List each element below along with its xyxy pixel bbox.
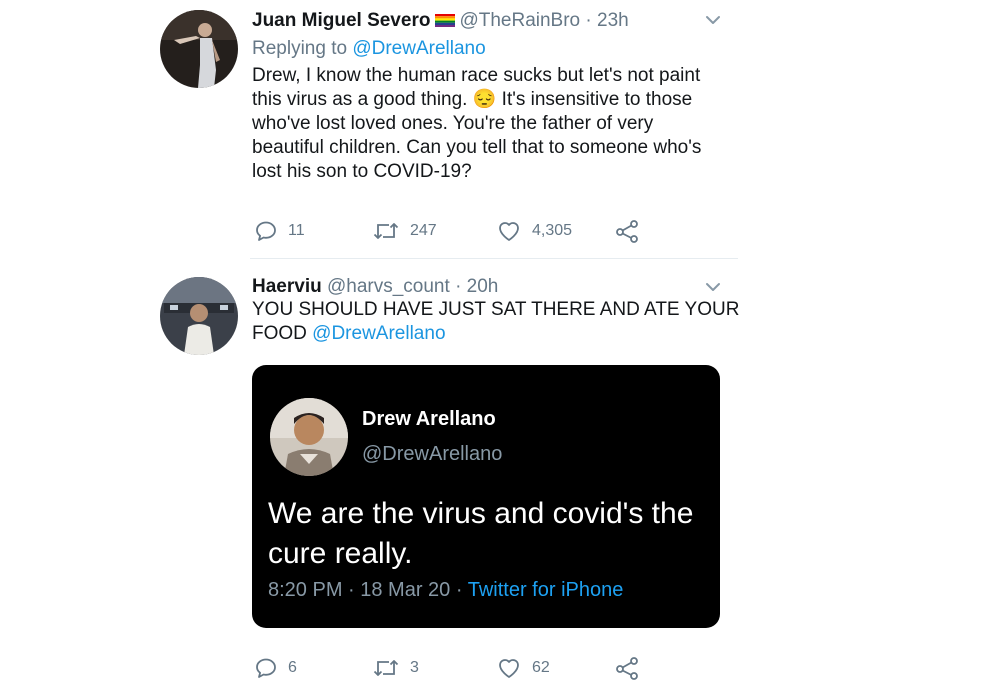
heart-icon [499, 222, 519, 241]
tweet-text-line: YOU SHOULD HAVE JUST SAT THERE AND ATE Y… [252, 299, 740, 320]
quoted-author-handle[interactable]: @DrewArellano [362, 443, 502, 466]
quoted-timestamp: 8:20 PM · 18 Mar 20 · [268, 579, 468, 601]
reply-count: 6 [288, 659, 297, 676]
share-button[interactable] [614, 216, 640, 246]
avatar[interactable] [160, 10, 238, 88]
separator-dot: · [455, 276, 462, 297]
reply-icon [256, 221, 276, 241]
author-name[interactable]: Juan Miguel Severo [252, 10, 430, 31]
retweet-count: 3 [410, 659, 419, 676]
chevron-down-icon[interactable] [705, 14, 721, 26]
quoted-text-line: We are the virus and covid's the [268, 497, 694, 530]
tweet-text-fragment: FOOD [252, 323, 313, 344]
share-button[interactable] [614, 653, 640, 683]
quoted-avatar[interactable] [270, 398, 348, 476]
share-icon [616, 657, 638, 680]
replying-to: Replying to @DrewArellano [252, 38, 486, 60]
quoted-tweet-card[interactable]: Drew Arellano @DrewArellano We are the v… [252, 365, 720, 628]
like-count: 4,305 [532, 222, 573, 239]
author-handle[interactable]: @harvs_count [327, 276, 450, 297]
timestamp[interactable]: 20h [467, 276, 499, 297]
tweet-text: YOU SHOULD HAVE JUST SAT THERE AND ATE Y… [252, 298, 739, 346]
separator-dot: · [585, 10, 592, 31]
tweet-actions: 11 247 4,305 [254, 216, 654, 246]
tweet-text-line: beautiful children. Can you tell that to… [252, 137, 702, 158]
reply-button[interactable]: 11 [254, 216, 305, 246]
retweet-icon [373, 223, 399, 239]
replying-prefix: Replying to [252, 38, 348, 59]
tweet-actions: 6 3 62 [254, 653, 654, 683]
author-name[interactable]: Haerviu [252, 276, 322, 297]
retweet-count: 247 [410, 222, 437, 239]
tweet-header: Haerviu @harvs_count · 20h [252, 276, 498, 298]
mention-link[interactable]: @DrewArellano [312, 323, 445, 344]
tweet-1[interactable]: Juan Miguel Severo @TheRainBro · 23h Rep… [0, 0, 1000, 258]
reply-count: 11 [288, 222, 305, 239]
tweet-text: Drew, I know the human race sucks but le… [252, 64, 701, 184]
quoted-tweet-text: We are the virus and covid's the cure re… [268, 494, 713, 574]
timestamp[interactable]: 23h [597, 10, 629, 31]
tweet-text-line: this virus as a good thing. 😔 It's insen… [252, 89, 693, 110]
tweet-text-line: Drew, I know the human race sucks but le… [252, 65, 701, 86]
heart-icon [499, 659, 519, 678]
reply-button[interactable]: 6 [254, 653, 297, 683]
author-handle[interactable]: @TheRainBro [459, 10, 580, 31]
tweet-text-line: FOOD @DrewArellano [252, 322, 739, 346]
tweet-header: Juan Miguel Severo @TheRainBro · 23h [252, 10, 629, 32]
like-button[interactable]: 4,305 [496, 216, 572, 246]
retweet-button[interactable]: 247 [372, 216, 437, 246]
quoted-text-line: cure really. [268, 537, 413, 570]
share-icon [616, 220, 638, 243]
rainbow-flag-icon [435, 14, 456, 27]
like-count: 62 [532, 659, 550, 676]
retweet-button[interactable]: 3 [372, 653, 419, 683]
tweet-text-line: lost his son to COVID-19? [252, 161, 472, 182]
client-link[interactable]: Twitter for iPhone [468, 579, 624, 601]
reply-icon [256, 658, 276, 678]
tweet-text-line: who've lost loved ones. You're the fathe… [252, 113, 654, 134]
quoted-author-name[interactable]: Drew Arellano [362, 408, 496, 431]
chevron-down-icon[interactable] [705, 281, 721, 293]
reply-mention-link[interactable]: @DrewArellano [352, 38, 485, 59]
quoted-tweet-meta: 8:20 PM · 18 Mar 20 · Twitter for iPhone [268, 579, 623, 602]
retweet-icon [373, 660, 399, 676]
like-button[interactable]: 62 [496, 653, 550, 683]
avatar[interactable] [160, 277, 238, 355]
